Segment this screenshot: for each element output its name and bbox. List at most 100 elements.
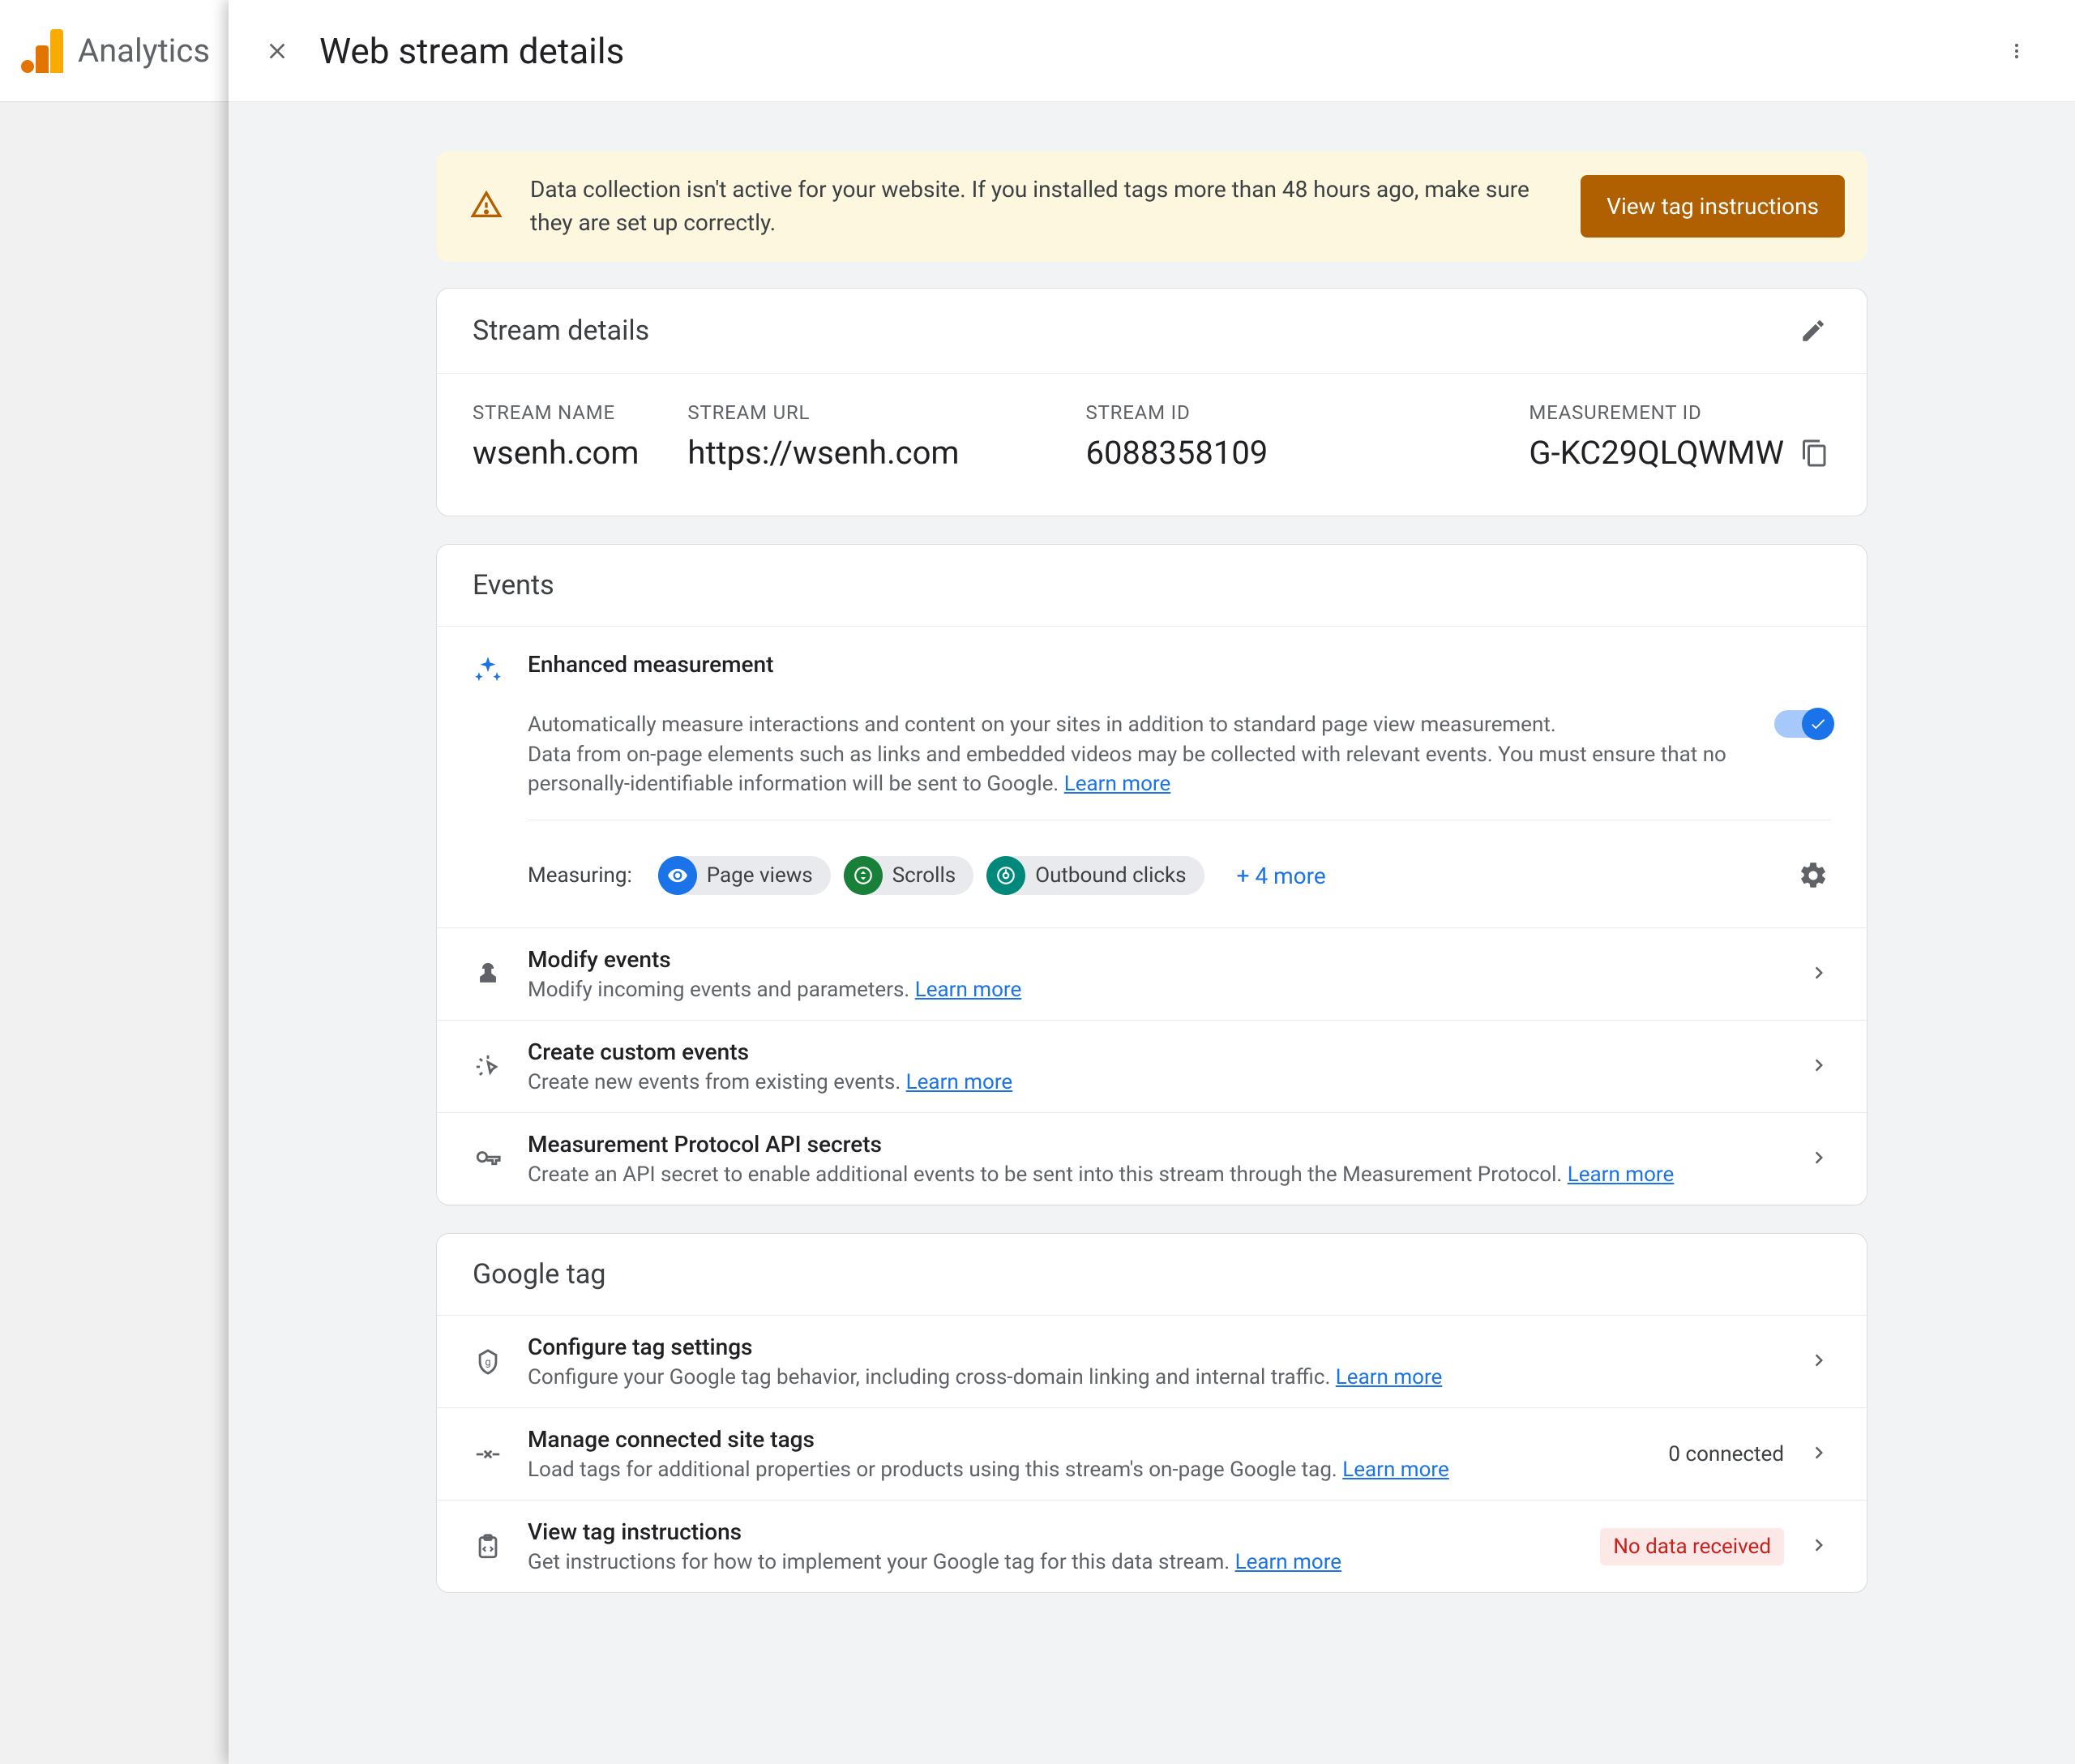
copy-icon (1800, 439, 1829, 468)
row-title: Create custom events (528, 1038, 1782, 1065)
measuring-label: Measuring: (528, 863, 632, 888)
svg-text:g: g (485, 1356, 490, 1368)
chevron-right-icon (1807, 1348, 1831, 1376)
enhanced-measurement-title: Enhanced measurement (528, 651, 1831, 678)
chevron-right-icon (1807, 1053, 1831, 1081)
chip-scrolls: Scrolls (844, 856, 974, 895)
stream-details-header: Stream details (437, 289, 1867, 374)
chevron-right-icon (1807, 961, 1831, 988)
configure-tag-settings-row[interactable]: g Configure tag settings Configure your … (437, 1316, 1867, 1407)
connect-icon (473, 1441, 503, 1468)
chip-outbound-clicks: Outbound clicks (986, 856, 1204, 895)
desc-line1: Automatically measure interactions and c… (528, 713, 1556, 737)
measurement-id-col: MEASUREMENT ID G-KC29QLQWMW (1529, 401, 1831, 472)
scroll-icon (844, 856, 883, 895)
row-desc: Create an API secret to enable additiona… (528, 1162, 1782, 1187)
measuring-row: Measuring: Page views Scrolls (528, 820, 1831, 895)
check-icon (1809, 715, 1827, 733)
stream-name-col: STREAM NAME wsenh.com (473, 401, 639, 472)
enhanced-measurement-toggle[interactable] (1774, 710, 1831, 738)
web-stream-panel: Web stream details Data collection isn't… (229, 0, 2075, 1764)
enhanced-settings-button[interactable] (1795, 858, 1831, 893)
close-icon (264, 38, 290, 64)
key-icon (473, 1145, 503, 1173)
gear-icon (1798, 860, 1829, 891)
more-chips-link[interactable]: + 4 more (1237, 863, 1326, 889)
chevron-right-icon (1807, 1441, 1831, 1468)
warning-text: Data collection isn't active for your we… (530, 173, 1553, 239)
stream-name-label: STREAM NAME (473, 401, 639, 424)
tag-icon: g (473, 1348, 503, 1376)
row-desc: Load tags for additional properties or p… (528, 1458, 1644, 1482)
chip-label: Scrolls (892, 863, 956, 888)
chevron-right-icon (1807, 1145, 1831, 1173)
stream-id-col: STREAM ID 6088358109 (1085, 401, 1268, 472)
eye-icon (658, 856, 697, 895)
view-tag-instructions-button[interactable]: View tag instructions (1581, 175, 1845, 238)
create-custom-events-row[interactable]: Create custom events Create new events f… (437, 1020, 1867, 1112)
chip-page-views: Page views (658, 856, 831, 895)
sparkle-icon (473, 651, 503, 895)
click-icon (473, 1053, 503, 1081)
card-title: Stream details (473, 315, 649, 347)
learn-more-link[interactable]: Learn more (906, 1070, 1013, 1094)
learn-more-link[interactable]: Learn more (1336, 1365, 1443, 1389)
google-tag-header: Google tag (437, 1234, 1867, 1316)
learn-more-link[interactable]: Learn more (1064, 772, 1171, 796)
chip-label: Outbound clicks (1035, 863, 1186, 888)
brand-name: Analytics (78, 32, 210, 70)
connected-count: 0 connected (1668, 1442, 1784, 1466)
data-collection-warning: Data collection isn't active for your we… (436, 151, 1868, 262)
stream-url-value: https://wsenh.com (687, 434, 959, 472)
outbound-icon (986, 856, 1025, 895)
measurement-id-value: G-KC29QLQWMW (1529, 434, 1831, 472)
learn-more-link[interactable]: Learn more (1568, 1162, 1675, 1187)
row-title: Manage connected site tags (528, 1426, 1644, 1453)
enhanced-measurement-row: Enhanced measurement Automatically measu… (437, 627, 1867, 927)
measurement-id-text: G-KC29QLQWMW (1529, 434, 1784, 472)
stream-url-col: STREAM URL https://wsenh.com (687, 401, 959, 472)
row-title: Measurement Protocol API secrets (528, 1131, 1782, 1158)
card-title: Google tag (473, 1258, 605, 1291)
close-button[interactable] (256, 30, 298, 72)
modify-events-row[interactable]: Modify events Modify incoming events and… (437, 927, 1867, 1020)
enhanced-measurement-desc: Automatically measure interactions and c… (528, 710, 1742, 799)
row-desc: Get instructions for how to implement yo… (528, 1550, 1576, 1574)
chip-label: Page views (707, 863, 813, 888)
panel-title: Web stream details (319, 30, 624, 72)
row-title: View tag instructions (528, 1518, 1576, 1545)
stream-name-value: wsenh.com (473, 434, 639, 472)
copy-measurement-id-button[interactable] (1799, 437, 1831, 469)
chevron-right-icon (1807, 1533, 1831, 1561)
learn-more-link[interactable]: Learn more (915, 978, 1022, 1002)
events-card: Events Enhanced measurement Automaticall… (436, 544, 1868, 1205)
manage-connected-tags-row[interactable]: Manage connected site tags Load tags for… (437, 1407, 1867, 1500)
pencil-icon (1799, 317, 1827, 345)
edit-stream-button[interactable] (1795, 313, 1831, 349)
stream-url-label: STREAM URL (687, 401, 959, 424)
toggle-knob (1802, 708, 1834, 740)
google-tag-card: Google tag g Configure tag settings Conf… (436, 1233, 1868, 1593)
row-title: Configure tag settings (528, 1334, 1782, 1360)
row-desc: Modify incoming events and parameters. L… (528, 978, 1782, 1002)
card-title: Events (473, 569, 554, 602)
view-tag-instructions-row[interactable]: View tag instructions Get instructions f… (437, 1500, 1867, 1592)
touch-icon (473, 961, 503, 988)
analytics-logo-icon (21, 29, 63, 73)
row-desc: Configure your Google tag behavior, incl… (528, 1365, 1782, 1389)
warning-icon (470, 189, 503, 225)
events-header: Events (437, 545, 1867, 627)
learn-more-link[interactable]: Learn more (1342, 1458, 1449, 1482)
row-desc: Create new events from existing events. … (528, 1070, 1782, 1094)
stream-id-label: STREAM ID (1085, 401, 1268, 424)
row-title: Modify events (528, 946, 1782, 973)
stream-details-row: STREAM NAME wsenh.com STREAM URL https:/… (437, 374, 1867, 516)
api-secrets-row[interactable]: Measurement Protocol API secrets Create … (437, 1112, 1867, 1205)
learn-more-link[interactable]: Learn more (1235, 1550, 1342, 1574)
measurement-id-label: MEASUREMENT ID (1529, 401, 1831, 424)
more-options-button[interactable] (1997, 32, 2036, 71)
more-vert-icon (2007, 41, 2026, 61)
stream-id-value: 6088358109 (1085, 434, 1268, 472)
panel-content: Data collection isn't active for your we… (229, 102, 2075, 1669)
stream-details-card: Stream details STREAM NAME wsenh.com STR… (436, 288, 1868, 516)
